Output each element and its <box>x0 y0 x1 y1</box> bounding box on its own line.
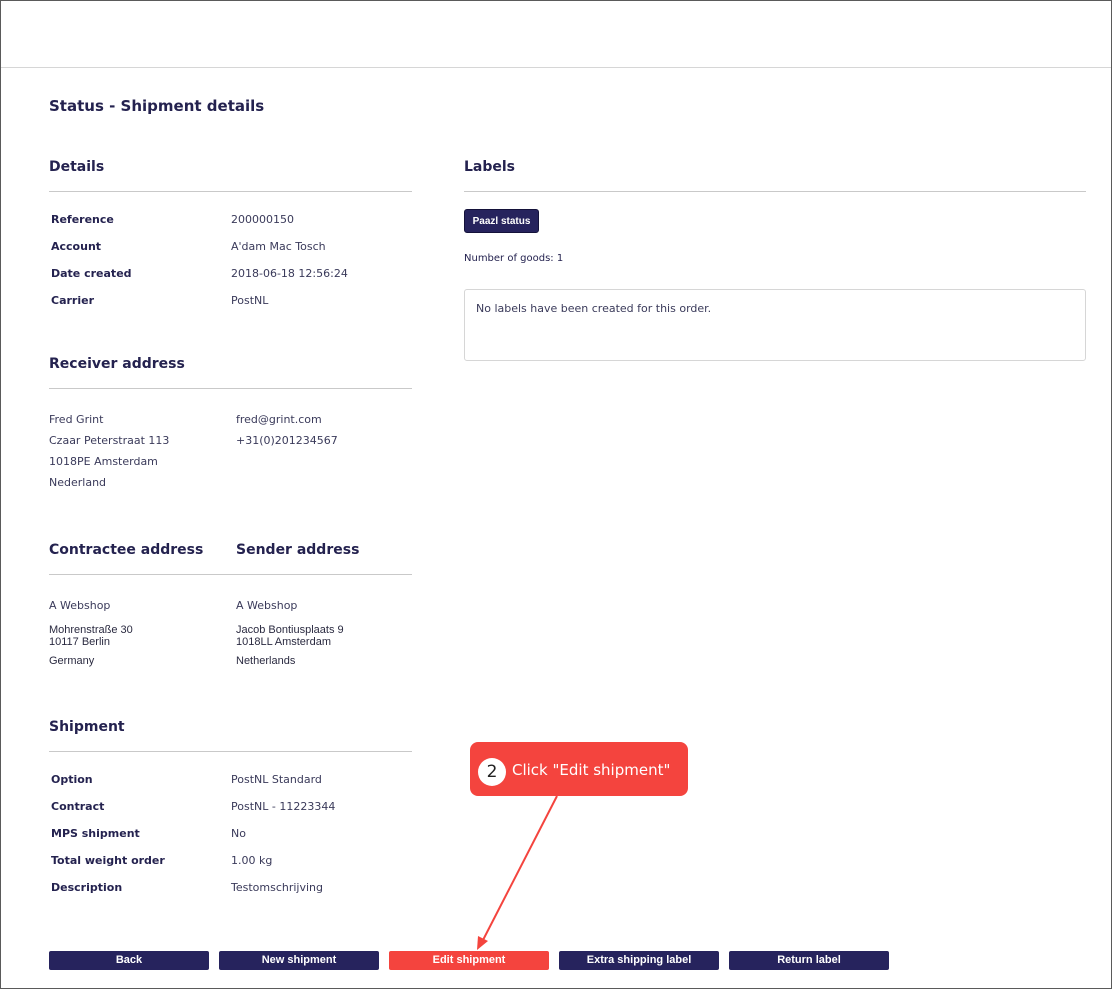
details-value-account: A'dam Mac Tosch <box>231 240 326 253</box>
details-heading: Details <box>49 159 105 175</box>
shipment-key-contract: Contract <box>51 800 105 813</box>
labels-divider <box>464 191 1086 192</box>
details-key-reference: Reference <box>51 213 114 226</box>
goods-count-value: 1 <box>556 253 564 264</box>
details-value-carrier: PostNL <box>231 294 269 307</box>
page-title: Status - Shipment details <box>49 97 265 115</box>
sender-company: A Webshop <box>236 599 298 612</box>
details-value-date-created: 2018-06-18 12:56:24 <box>231 267 348 280</box>
receiver-heading: Receiver address <box>49 356 185 372</box>
new-shipment-button[interactable]: New shipment <box>219 951 379 970</box>
sender-street: Jacob Bontiusplaats 9 <box>236 624 344 636</box>
callout-text: Click "Edit shipment" <box>512 761 671 779</box>
back-button[interactable]: Back <box>49 951 209 970</box>
tutorial-callout: 2 Click "Edit shipment" <box>470 742 688 796</box>
details-key-date-created: Date created <box>51 267 132 280</box>
labels-heading: Labels <box>464 159 516 175</box>
return-label-button[interactable]: Return label <box>729 951 889 970</box>
contractee-country: Germany <box>49 655 95 667</box>
details-divider <box>49 191 412 192</box>
address-divider <box>49 574 412 575</box>
contractee-city: 10117 Berlin <box>49 636 110 648</box>
shipment-key-mps: MPS shipment <box>51 827 140 840</box>
sender-city: 1018LL Amsterdam <box>236 636 331 648</box>
goods-count-label: Number of goods: <box>464 253 554 264</box>
receiver-phone: +31(0)201234567 <box>236 434 338 447</box>
shipment-key-option: Option <box>51 773 93 786</box>
shipment-key-description: Description <box>51 881 123 894</box>
contractee-company: A Webshop <box>49 599 111 612</box>
details-key-carrier: Carrier <box>51 294 95 307</box>
receiver-divider <box>49 388 412 389</box>
shipment-key-weight: Total weight order <box>51 854 165 867</box>
details-value-reference: 200000150 <box>231 213 294 226</box>
details-key-account: Account <box>51 240 102 253</box>
shipment-divider <box>49 751 412 752</box>
contractee-heading: Contractee address <box>49 542 204 558</box>
shipment-value-weight: 1.00 kg <box>231 854 273 867</box>
contractee-street: Mohrenstraße 30 <box>49 624 133 636</box>
receiver-email: fred@grint.com <box>236 413 322 426</box>
receiver-name: Fred Grint <box>49 413 104 426</box>
shipment-heading: Shipment <box>49 719 125 735</box>
shipment-value-mps: No <box>231 827 246 840</box>
receiver-street: Czaar Peterstraat 113 <box>49 434 170 447</box>
labels-empty-message: No labels have been created for this ord… <box>476 302 712 315</box>
top-bar <box>1 1 1111 68</box>
callout-step-number: 2 <box>478 758 506 786</box>
sender-heading: Sender address <box>236 542 360 558</box>
edit-shipment-button[interactable]: Edit shipment <box>389 951 549 970</box>
receiver-city: 1018PE Amsterdam <box>49 455 158 468</box>
shipment-value-contract: PostNL - 11223344 <box>231 800 336 813</box>
extra-shipping-label-button[interactable]: Extra shipping label <box>559 951 719 970</box>
shipment-value-option: PostNL Standard <box>231 773 322 786</box>
sender-country: Netherlands <box>236 655 296 667</box>
paazl-status-button[interactable]: Paazl status <box>464 209 539 233</box>
window-frame <box>0 0 1112 989</box>
labels-list-box: No labels have been created for this ord… <box>464 289 1086 361</box>
goods-count-row: Number of goods: 1 <box>464 253 563 264</box>
receiver-country: Nederland <box>49 476 107 489</box>
shipment-value-description: Testomschrijving <box>231 881 324 894</box>
